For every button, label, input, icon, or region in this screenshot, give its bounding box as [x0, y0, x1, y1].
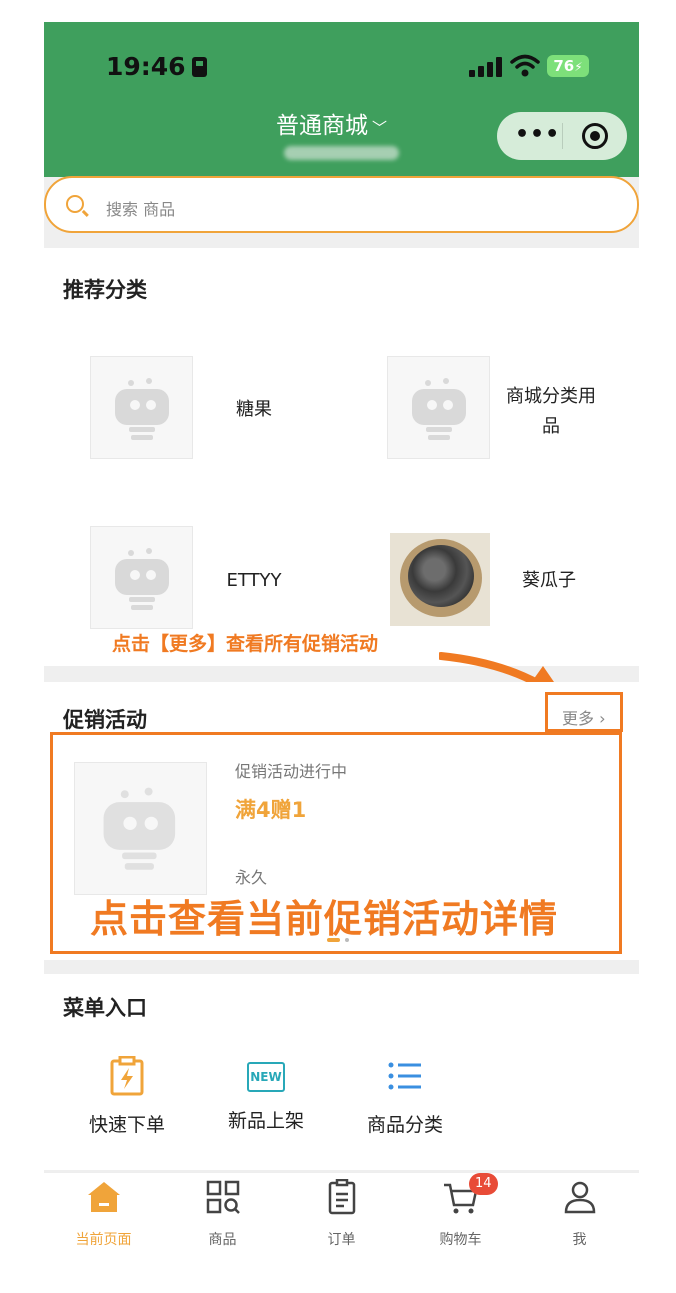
cart-badge: 14: [469, 1173, 498, 1195]
tab-label: 商品: [208, 1232, 237, 1248]
signal-icon: [469, 57, 503, 77]
menu-label: 商品分类: [366, 1114, 443, 1136]
page-title: 普通商城: [276, 113, 368, 139]
miniprogram-capsule: •••: [497, 112, 627, 160]
grid-search-icon: [206, 1180, 240, 1214]
status-time: 19:46: [106, 52, 207, 81]
menu-label: 新品上架: [227, 1110, 304, 1132]
placeholder-robot-icon: [412, 378, 466, 440]
section-title: 促销活动: [63, 708, 147, 732]
tab-orders[interactable]: 订单: [282, 1173, 401, 1256]
bottom-tab-bar: 当前页面 商品 订单 14 购物车 我: [44, 1172, 639, 1256]
category-image[interactable]: [387, 356, 490, 459]
annotation-box-more: [545, 692, 623, 732]
category-label[interactable]: 葵瓜子: [514, 566, 584, 596]
tab-cart[interactable]: 14 购物车: [401, 1173, 520, 1256]
tab-label: 订单: [327, 1232, 356, 1248]
search-bar[interactable]: 搜索 商品: [44, 176, 639, 233]
battery-indicator: 76⚡: [547, 55, 589, 77]
placeholder-robot-icon: [115, 548, 169, 610]
blurred-subtitle: [284, 146, 399, 160]
placeholder-robot-icon: [115, 378, 169, 440]
search-input[interactable]: 搜索 商品: [106, 196, 175, 220]
seeds-pile: [408, 545, 474, 607]
category-image[interactable]: [90, 526, 193, 629]
search-icon: [66, 195, 84, 213]
quick-order-icon: [110, 1055, 144, 1096]
menu-item-quick-order[interactable]: 快速下单: [72, 1055, 182, 1137]
sim-icon: [191, 57, 207, 77]
tab-label: 我: [572, 1232, 587, 1248]
list-icon: [388, 1062, 421, 1090]
wifi-icon: [510, 54, 540, 77]
tab-home[interactable]: 当前页面: [44, 1173, 163, 1256]
header-bar: 19:46 76⚡ 普通商城 ﹀ •••: [44, 22, 639, 177]
close-miniprogram-icon[interactable]: [582, 123, 608, 149]
charging-icon: ⚡: [574, 60, 583, 74]
category-image[interactable]: [90, 356, 193, 459]
annotation-box-promo[interactable]: [50, 732, 622, 954]
phone-screen: 19:46 76⚡ 普通商城 ﹀ ••• 搜索 商品 推荐分类 糖果 商城分类用…: [44, 22, 639, 1256]
more-options-icon[interactable]: •••: [515, 122, 560, 147]
store-switcher[interactable]: 普通商城 ﹀: [276, 106, 387, 140]
capsule-divider: [562, 123, 563, 149]
menu-item-new-arrivals[interactable]: NEW 新品上架: [211, 1056, 321, 1133]
sunflower-seeds-image[interactable]: [390, 533, 490, 626]
user-icon: [564, 1181, 596, 1214]
category-label[interactable]: 糖果: [214, 395, 294, 425]
category-label[interactable]: 商城分类用品: [499, 382, 603, 442]
home-icon: [88, 1182, 120, 1212]
section-title: 推荐分类: [63, 278, 147, 302]
clipboard-icon: [328, 1179, 356, 1215]
menu-label: 快速下单: [88, 1114, 165, 1136]
chevron-down-icon: ﹀: [372, 119, 388, 137]
tab-me[interactable]: 我: [520, 1173, 639, 1256]
section-title: 菜单入口: [63, 996, 147, 1020]
tab-products[interactable]: 商品: [163, 1173, 282, 1256]
annotation-more-hint: 点击【更多】查看所有促销活动: [112, 633, 379, 655]
menu-item-categories[interactable]: 商品分类: [350, 1056, 460, 1137]
category-label[interactable]: ETTYY: [209, 566, 299, 596]
tab-label: 购物车: [439, 1232, 482, 1248]
tab-label: 当前页面: [75, 1232, 132, 1248]
new-badge-icon: NEW: [247, 1062, 285, 1092]
